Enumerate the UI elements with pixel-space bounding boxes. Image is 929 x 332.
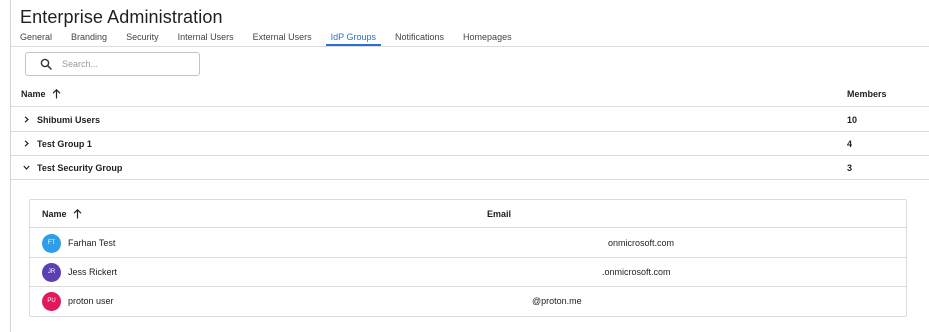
chevron-right-icon[interactable] bbox=[23, 116, 30, 123]
member-row[interactable]: JR Jess Rickert .onmicrosoft.com bbox=[30, 258, 906, 287]
member-name-header-label: Name bbox=[42, 209, 67, 219]
tab-security[interactable]: Security bbox=[126, 32, 159, 47]
tab-idp-groups[interactable]: IdP Groups bbox=[325, 32, 382, 47]
email-column-header: Email bbox=[487, 209, 512, 219]
sort-ascending-icon bbox=[73, 209, 81, 219]
members-table-header: Name Email bbox=[30, 200, 906, 228]
tab-internal-users[interactable]: Internal Users bbox=[178, 32, 234, 47]
avatar: JR bbox=[42, 263, 61, 282]
group-name[interactable]: Test Group 1 bbox=[37, 139, 92, 149]
group-members-table: Name Email FT Farhan Test onmicrosoft.co… bbox=[29, 199, 907, 317]
member-email: onmicrosoft.com bbox=[608, 238, 675, 248]
chevron-right-icon[interactable] bbox=[23, 140, 30, 147]
group-member-count: 4 bbox=[847, 139, 853, 149]
group-row[interactable]: Shibumi Users 10 bbox=[11, 108, 929, 132]
member-row[interactable]: FT Farhan Test onmicrosoft.com bbox=[30, 229, 906, 258]
group-member-count: 3 bbox=[847, 163, 853, 173]
member-name: Farhan Test bbox=[68, 238, 116, 248]
admin-panel: Enterprise Administration General Brandi… bbox=[10, 0, 929, 332]
member-email: @proton.me bbox=[532, 296, 582, 306]
tab-branding[interactable]: Branding bbox=[71, 32, 107, 47]
sort-ascending-icon bbox=[52, 89, 60, 99]
groups-table-header: Name Members bbox=[11, 85, 929, 107]
chevron-down-icon[interactable] bbox=[23, 164, 30, 171]
tab-general[interactable]: General bbox=[20, 32, 52, 47]
group-row-expanded[interactable]: Test Security Group 3 bbox=[11, 156, 929, 180]
tab-homepages[interactable]: Homepages bbox=[463, 32, 512, 47]
members-column-header: Members bbox=[847, 89, 887, 99]
member-name: proton user bbox=[68, 296, 114, 306]
tab-notifications[interactable]: Notifications bbox=[395, 32, 444, 47]
tab-divider bbox=[11, 46, 929, 47]
search-icon bbox=[40, 58, 52, 70]
member-row[interactable]: PU proton user @proton.me bbox=[30, 287, 906, 316]
avatar: PU bbox=[42, 292, 61, 311]
member-name: Jess Rickert bbox=[68, 267, 118, 277]
member-name-column-header[interactable]: Name bbox=[42, 209, 82, 219]
search-box[interactable] bbox=[25, 52, 200, 76]
avatar: FT bbox=[42, 234, 61, 253]
tab-bar: General Branding Security Internal Users… bbox=[20, 32, 531, 47]
name-header-label: Name bbox=[21, 89, 46, 99]
member-email: .onmicrosoft.com bbox=[602, 267, 671, 277]
group-name[interactable]: Test Security Group bbox=[37, 163, 122, 173]
group-row[interactable]: Test Group 1 4 bbox=[11, 132, 929, 156]
page-title: Enterprise Administration bbox=[20, 7, 223, 27]
group-member-count: 10 bbox=[847, 115, 858, 125]
name-column-header[interactable]: Name bbox=[21, 89, 61, 99]
search-input[interactable] bbox=[62, 59, 182, 69]
tab-external-users[interactable]: External Users bbox=[253, 32, 312, 47]
group-name[interactable]: Shibumi Users bbox=[37, 115, 100, 125]
